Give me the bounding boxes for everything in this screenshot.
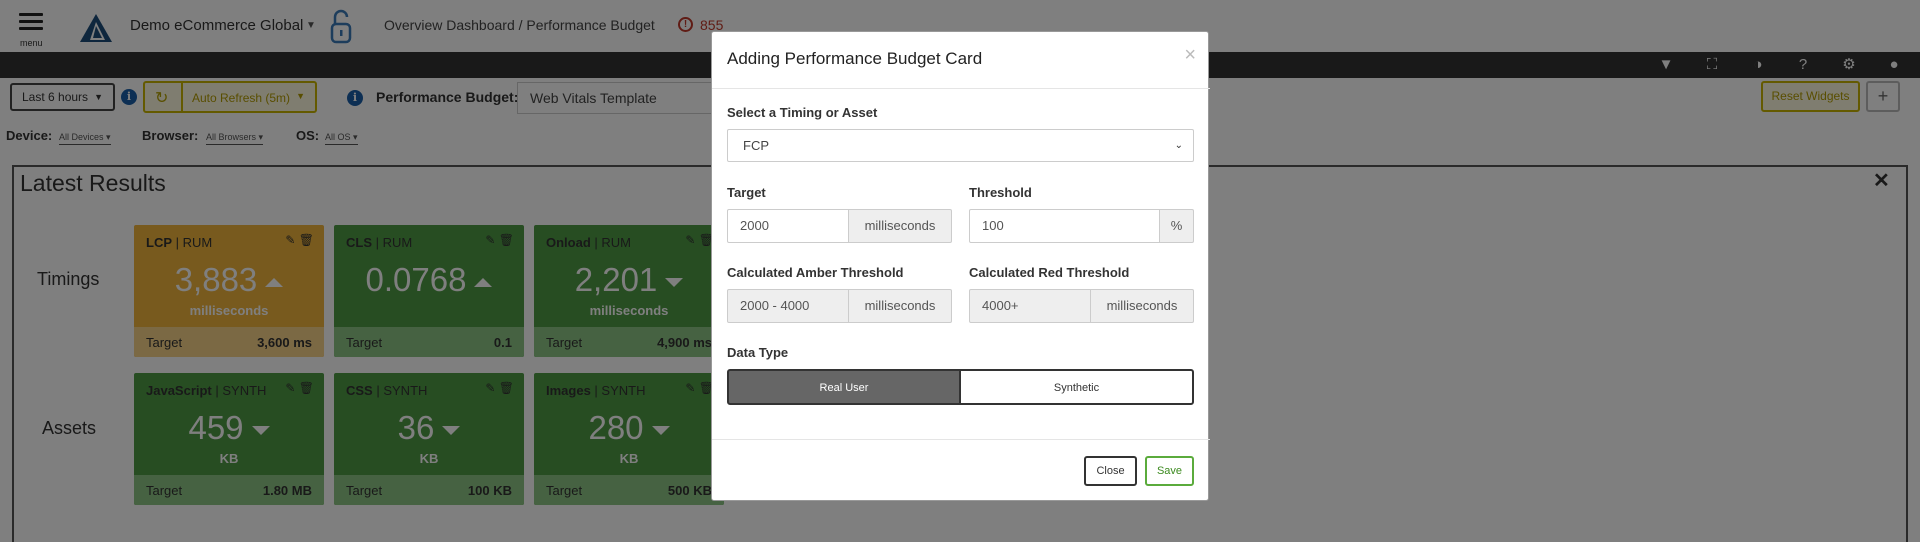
- save-button[interactable]: Save: [1145, 456, 1194, 486]
- select-label: Select a Timing or Asset: [727, 105, 878, 120]
- red-threshold-unit: milliseconds: [1091, 289, 1194, 323]
- threshold-label: Threshold: [969, 185, 1032, 200]
- amber-threshold-label: Calculated Amber Threshold: [727, 265, 904, 280]
- red-threshold-label: Calculated Red Threshold: [969, 265, 1130, 280]
- timing-asset-select[interactable]: FCP ⌄: [727, 129, 1194, 162]
- red-threshold-field: 4000+: [969, 289, 1091, 323]
- data-type-real-user[interactable]: Real User: [727, 369, 961, 405]
- close-button[interactable]: Close: [1084, 456, 1137, 486]
- add-budget-card-modal: Adding Performance Budget Card × Select …: [711, 31, 1210, 501]
- modal-header: Adding Performance Budget Card ×: [712, 32, 1210, 89]
- target-unit: milliseconds: [849, 209, 952, 243]
- close-icon[interactable]: ×: [1184, 44, 1196, 67]
- modal-title: Adding Performance Budget Card: [727, 49, 983, 68]
- threshold-input[interactable]: 100: [969, 209, 1160, 243]
- timing-asset-value: FCP: [743, 138, 769, 153]
- chevron-down-icon: ⌄: [1174, 140, 1183, 151]
- data-type-label: Data Type: [727, 345, 789, 360]
- data-type-synthetic[interactable]: Synthetic: [959, 369, 1194, 405]
- modal-footer-divider: [712, 439, 1210, 440]
- target-label: Target: [727, 185, 766, 200]
- amber-threshold-unit: milliseconds: [849, 289, 952, 323]
- amber-threshold-field: 2000 - 4000: [727, 289, 849, 323]
- threshold-unit: %: [1160, 209, 1194, 243]
- target-input[interactable]: 2000: [727, 209, 849, 243]
